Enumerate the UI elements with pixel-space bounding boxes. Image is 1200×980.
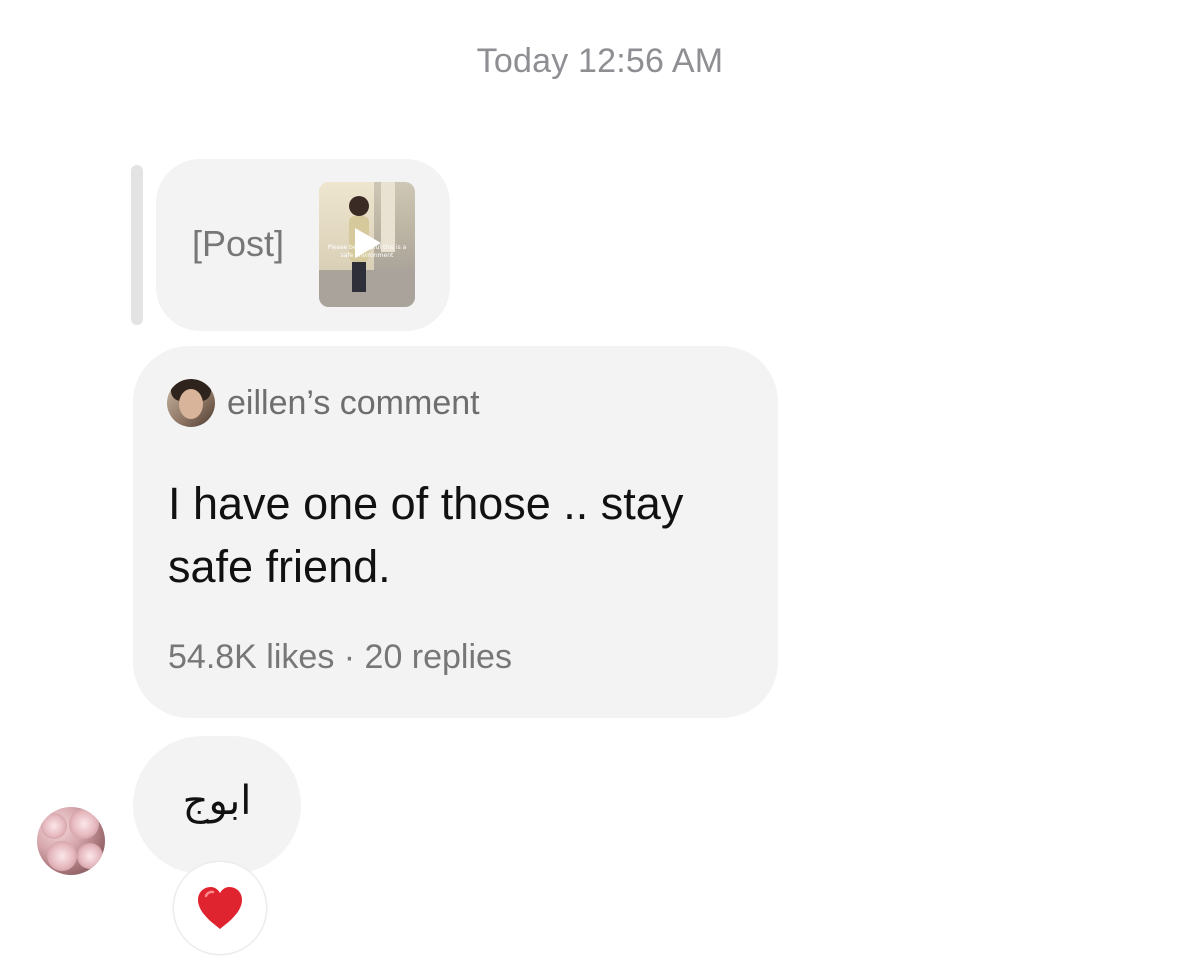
comment-stats: 54.8K likes · 20 replies: [168, 638, 512, 676]
post-label: [Post]: [192, 223, 285, 264]
thumbnail-floor: [319, 270, 415, 307]
thumbnail-child-head: [349, 196, 369, 216]
post-thumbnail[interactable]: Please be mindful this is a safe environ…: [319, 182, 415, 307]
reply-quote-bar: [131, 165, 143, 325]
shared-post-bubble[interactable]: [Post] Please be mindful this is a safe …: [156, 159, 450, 331]
reaction-chip[interactable]: [174, 862, 266, 954]
message-timestamp: Today 12:56 AM: [476, 42, 724, 80]
reply-message-bubble[interactable]: ابوج: [133, 736, 301, 874]
play-icon[interactable]: [355, 228, 381, 258]
comment-text: I have one of those .. stay safe friend.: [168, 478, 684, 592]
dm-thread: Today 12:56 AM [Post] Please be mindful …: [0, 0, 1200, 980]
thumbnail-child-legs: [352, 262, 366, 292]
commenter-avatar: [167, 379, 215, 427]
comment-author-line: eillen’s comment: [227, 383, 480, 422]
sender-avatar[interactable]: [37, 807, 105, 875]
heart-icon: [198, 887, 242, 929]
quoted-comment-card[interactable]: eillen’s comment I have one of those .. …: [133, 346, 778, 718]
comment-header: eillen’s comment: [167, 379, 480, 427]
thumbnail-pillar: [381, 182, 395, 252]
reply-text: ابوج: [182, 778, 252, 824]
